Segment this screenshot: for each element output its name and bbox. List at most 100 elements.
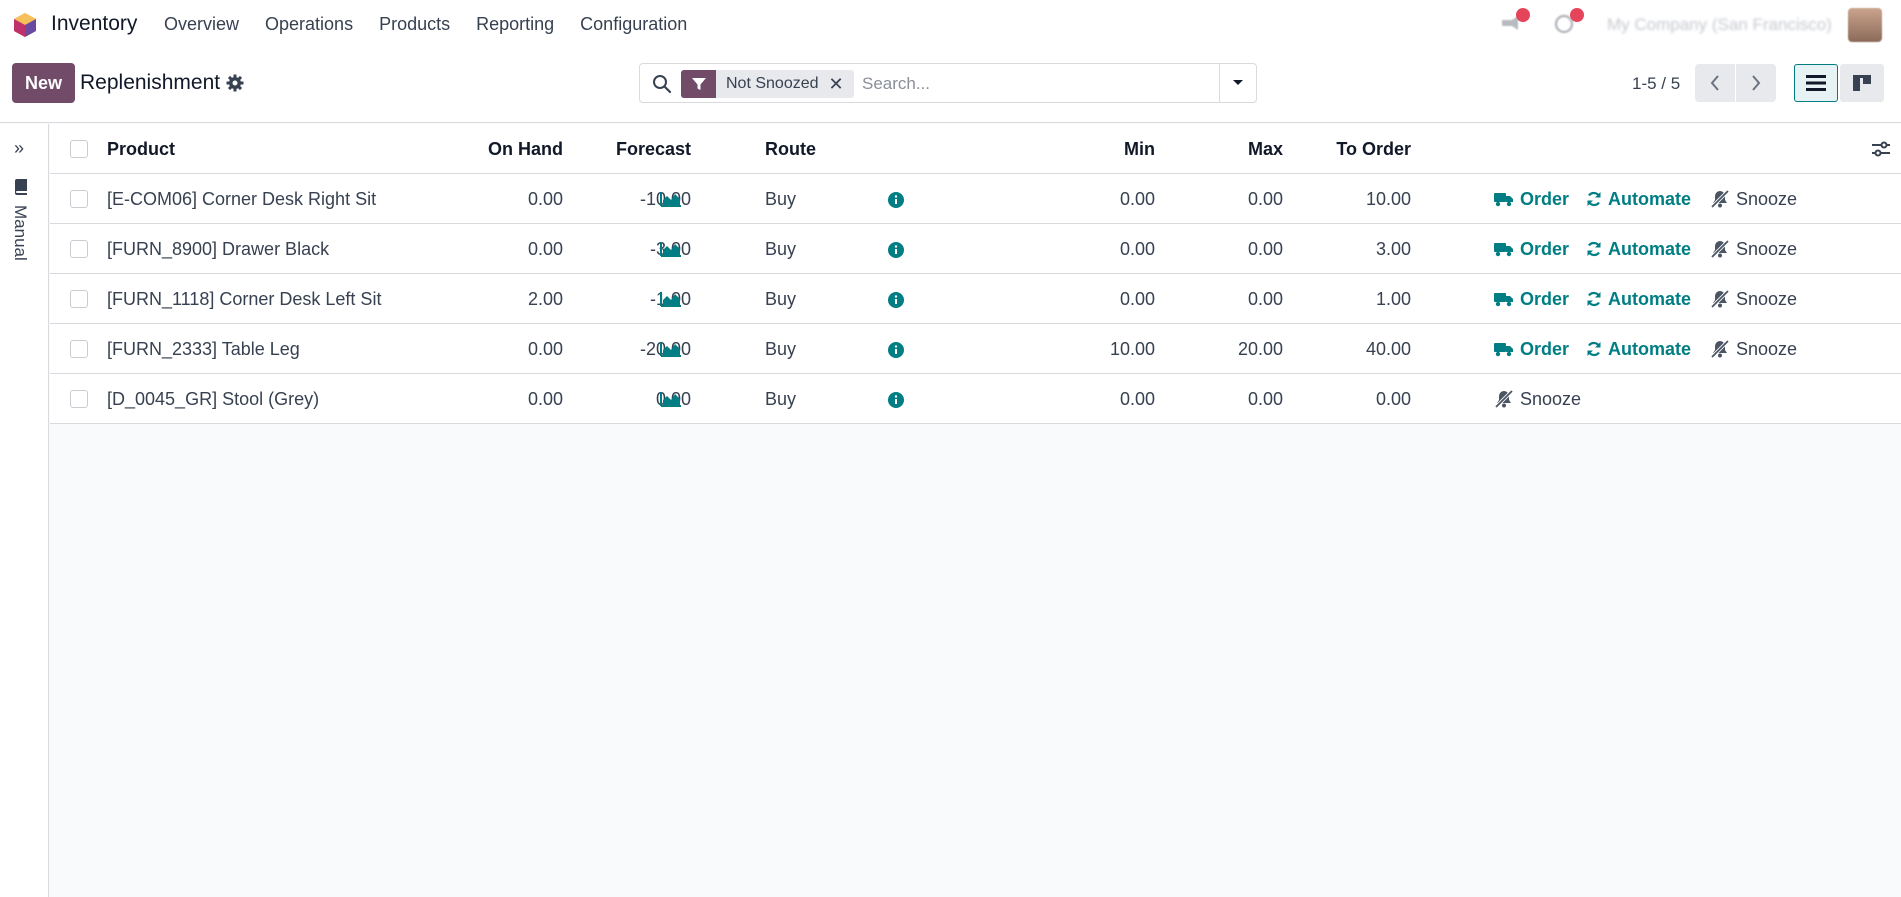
info-icon[interactable] bbox=[888, 342, 904, 358]
panel-label-manual[interactable]: Manual bbox=[10, 205, 30, 261]
replenishment-table: Product On Hand Forecast Route Min Max T… bbox=[50, 124, 1901, 424]
cell-product: [E-COM06] Corner Desk Right Sit bbox=[107, 189, 377, 209]
truck-icon bbox=[1494, 293, 1513, 307]
header-product[interactable]: Product bbox=[107, 124, 175, 174]
cell-min: 0.00 bbox=[1119, 189, 1155, 209]
cell-route: Buy bbox=[765, 189, 797, 209]
cell-route: Buy bbox=[765, 239, 797, 259]
table-row[interactable]: [E-COM06] Corner Desk Right Sit 0.00 -10… bbox=[50, 174, 1901, 224]
snooze-button[interactable]: Snooze bbox=[1494, 374, 1581, 424]
activity-icon[interactable] bbox=[1500, 8, 1530, 32]
book-icon bbox=[15, 179, 27, 195]
company-switcher[interactable]: My Company (San Francisco) bbox=[1607, 15, 1832, 35]
cell-product: [FURN_1118] Corner Desk Left Sit bbox=[107, 289, 382, 309]
refresh-icon bbox=[1587, 291, 1601, 307]
table-row[interactable]: [FURN_2333] Table Leg 0.00 -20.00 Buy 10… bbox=[50, 324, 1901, 374]
row-checkbox[interactable] bbox=[70, 190, 88, 208]
clock-icon[interactable] bbox=[1554, 8, 1584, 34]
search-input[interactable] bbox=[862, 72, 1222, 96]
user-avatar[interactable] bbox=[1848, 8, 1882, 42]
filter-icon bbox=[681, 70, 716, 98]
cell-route: Buy bbox=[765, 389, 797, 409]
info-icon[interactable] bbox=[888, 392, 904, 408]
cell-to-order: 40.00 bbox=[1365, 339, 1411, 359]
forecast-graph-icon[interactable] bbox=[660, 291, 682, 307]
menu-products[interactable]: Products bbox=[379, 14, 450, 35]
gear-icon[interactable] bbox=[226, 74, 244, 92]
order-button[interactable]: Order bbox=[1494, 324, 1569, 374]
cell-max: 20.00 bbox=[1237, 339, 1283, 359]
list-view-button[interactable] bbox=[1794, 64, 1838, 102]
cell-to-order: 1.00 bbox=[1375, 289, 1411, 309]
order-button[interactable]: Order bbox=[1494, 174, 1569, 224]
list-view-icon bbox=[1806, 75, 1826, 91]
menu-overview[interactable]: Overview bbox=[164, 14, 239, 35]
expand-panel-toggle[interactable]: » bbox=[14, 138, 24, 159]
forecast-graph-icon[interactable] bbox=[660, 241, 682, 257]
info-icon[interactable] bbox=[888, 242, 904, 258]
pager-value[interactable]: 1-5 / 5 bbox=[1632, 74, 1680, 94]
menu-operations[interactable]: Operations bbox=[265, 14, 353, 35]
filter-facet: Not Snoozed ✕ bbox=[681, 70, 854, 98]
row-checkbox[interactable] bbox=[70, 340, 88, 358]
order-button[interactable]: Order bbox=[1494, 274, 1569, 324]
snooze-button[interactable]: Snooze bbox=[1710, 324, 1797, 374]
header-max[interactable]: Max bbox=[1160, 124, 1283, 174]
table-row[interactable]: [FURN_8900] Drawer Black 0.00 -3.00 Buy … bbox=[50, 224, 1901, 274]
order-button-label: Order bbox=[1520, 188, 1570, 209]
row-checkbox[interactable] bbox=[70, 390, 88, 408]
automate-button[interactable]: Automate bbox=[1586, 174, 1691, 224]
facet-remove-icon[interactable]: ✕ bbox=[829, 74, 854, 95]
menu-configuration[interactable]: Configuration bbox=[580, 14, 687, 35]
bell-slash-icon bbox=[1710, 190, 1730, 208]
cell-to-order: 3.00 bbox=[1375, 239, 1411, 259]
main-menu: Overview Operations Products Reporting C… bbox=[164, 14, 713, 35]
forecast-graph-icon[interactable] bbox=[660, 391, 682, 407]
order-button-label: Order bbox=[1520, 338, 1570, 359]
top-navbar: Inventory Overview Operations Products R… bbox=[0, 0, 1901, 50]
optional-columns-icon[interactable] bbox=[1872, 141, 1890, 157]
snooze-button[interactable]: Snooze bbox=[1710, 274, 1797, 324]
new-button[interactable]: New bbox=[12, 63, 75, 103]
table-row[interactable]: [D_0045_GR] Stool (Grey) 0.00 0.00 Buy 0… bbox=[50, 374, 1901, 424]
pager-previous[interactable] bbox=[1695, 64, 1735, 102]
snooze-button[interactable]: Snooze bbox=[1710, 224, 1797, 274]
app-name[interactable]: Inventory bbox=[51, 12, 137, 36]
menu-reporting[interactable]: Reporting bbox=[476, 14, 554, 35]
chevron-left-icon bbox=[1710, 75, 1719, 91]
search-options-toggle[interactable] bbox=[1219, 64, 1256, 102]
header-min[interactable]: Min bbox=[1000, 124, 1155, 174]
row-checkbox[interactable] bbox=[70, 240, 88, 258]
refresh-icon bbox=[1587, 341, 1601, 357]
snooze-button[interactable]: Snooze bbox=[1710, 174, 1797, 224]
cell-min: 0.00 bbox=[1119, 239, 1155, 259]
kanban-view-button[interactable] bbox=[1840, 64, 1884, 102]
forecast-graph-icon[interactable] bbox=[660, 191, 682, 207]
header-to-order[interactable]: To Order bbox=[1290, 124, 1411, 174]
bell-slash-icon bbox=[1710, 340, 1730, 358]
automate-button[interactable]: Automate bbox=[1586, 274, 1691, 324]
order-button[interactable]: Order bbox=[1494, 224, 1569, 274]
automate-button[interactable]: Automate bbox=[1586, 224, 1691, 274]
info-icon[interactable] bbox=[888, 292, 904, 308]
header-route[interactable]: Route bbox=[765, 124, 816, 174]
select-all-checkbox[interactable] bbox=[70, 140, 88, 158]
table-row[interactable]: [FURN_1118] Corner Desk Left Sit 2.00 -1… bbox=[50, 274, 1901, 324]
cell-on-hand: 0.00 bbox=[527, 239, 563, 259]
facet-label: Not Snoozed bbox=[726, 75, 819, 92]
search-icon[interactable] bbox=[652, 74, 672, 94]
header-forecast[interactable]: Forecast bbox=[570, 124, 691, 174]
cell-product: [FURN_2333] Table Leg bbox=[107, 339, 300, 359]
cell-max: 0.00 bbox=[1247, 239, 1283, 259]
automate-button[interactable]: Automate bbox=[1586, 324, 1691, 374]
pager-next[interactable] bbox=[1736, 64, 1776, 102]
activity-badge bbox=[1516, 8, 1530, 22]
forecast-graph-icon[interactable] bbox=[660, 341, 682, 357]
info-icon[interactable] bbox=[888, 192, 904, 208]
header-on-hand[interactable]: On Hand bbox=[430, 124, 563, 174]
row-checkbox[interactable] bbox=[70, 290, 88, 308]
truck-icon bbox=[1494, 343, 1513, 357]
inventory-app-icon[interactable] bbox=[12, 12, 38, 38]
cell-on-hand: 2.00 bbox=[527, 289, 563, 309]
chevron-right-icon bbox=[1752, 75, 1761, 91]
